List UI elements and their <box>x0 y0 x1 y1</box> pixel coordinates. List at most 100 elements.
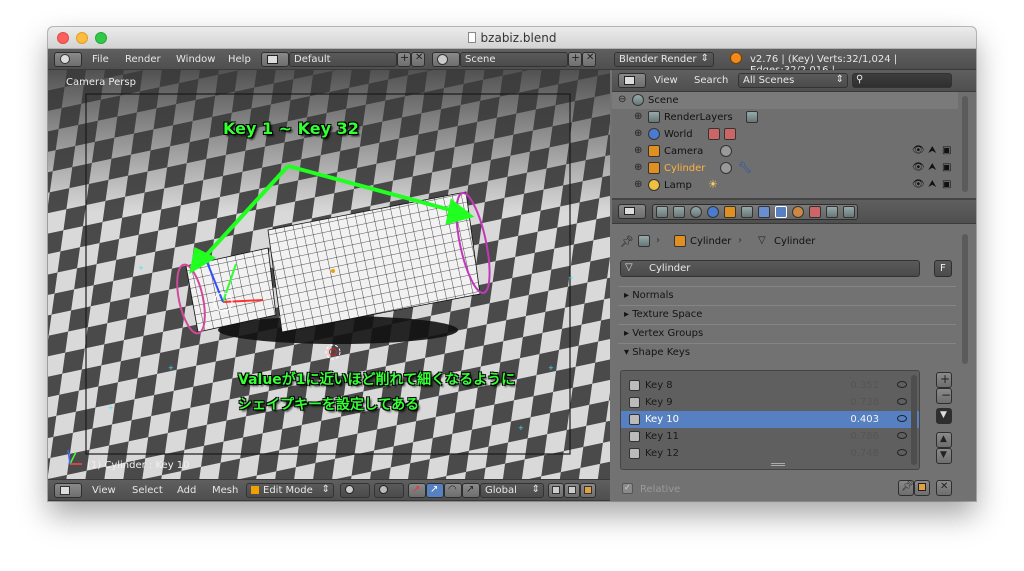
outliner-search-input[interactable]: ⚲ <box>852 73 952 88</box>
mesh-datablock-field[interactable]: ▽ Cylinder <box>620 260 920 277</box>
move-key-up-button[interactable]: ▲ <box>936 432 952 448</box>
fake-user-button[interactable]: F <box>934 260 952 277</box>
tree-row-renderlayers[interactable]: ⊕ RenderLayers <box>612 109 958 126</box>
expand-icon[interactable]: ⊕ <box>634 128 642 139</box>
eye-icon[interactable]: 👁︎ <box>912 162 925 173</box>
cursor-icon[interactable]: ⮝ <box>928 162 937 173</box>
constraints-tab-icon[interactable] <box>741 206 753 218</box>
outliner-scrollbar[interactable] <box>962 96 968 192</box>
camera-render-icon[interactable]: ▣ <box>942 179 951 190</box>
mesh-data-tab-icon[interactable] <box>775 206 787 218</box>
manipulator-toggle[interactable]: ↗ <box>408 483 426 498</box>
menu-render[interactable]: Render <box>125 54 161 65</box>
camera-render-icon[interactable]: ▣ <box>942 162 951 173</box>
physics-tab-icon[interactable] <box>843 206 855 218</box>
shape-key-specials-button[interactable]: ▼ <box>936 408 952 424</box>
edit-mode-shape-button[interactable] <box>914 480 930 496</box>
scene-browse-button[interactable] <box>432 52 460 67</box>
shape-keys-scrollbar[interactable] <box>911 375 917 465</box>
scene-field[interactable]: Scene <box>460 52 568 67</box>
add-layout-button[interactable]: + <box>397 51 411 67</box>
orientation-select[interactable]: Global ⇕ <box>480 483 544 498</box>
editor-type-button[interactable] <box>54 52 82 67</box>
menu-window[interactable]: Window <box>176 54 215 65</box>
resize-grip-icon[interactable] <box>771 463 785 466</box>
shape-key-row[interactable]: Key 12 0.748 <box>621 445 919 462</box>
scene-tab-icon[interactable] <box>690 206 702 218</box>
expand-icon[interactable]: ⊕ <box>634 162 642 173</box>
face-select-button[interactable] <box>580 483 596 498</box>
screen-layout-field[interactable]: Default <box>289 52 397 67</box>
3d-viewport[interactable]: + + + + + + Camera Persp Key 1 ~ Key 32 Value… <box>48 70 610 479</box>
expand-icon[interactable]: ⊖ <box>618 94 626 105</box>
cursor-icon[interactable]: ⮝ <box>928 179 937 190</box>
expand-icon[interactable]: ⊕ <box>634 111 642 122</box>
editor-type-button[interactable] <box>618 204 646 219</box>
eye-icon[interactable] <box>897 449 907 456</box>
panel-shape-keys[interactable]: ▾ Shape Keys <box>618 343 956 362</box>
rotate-toggle[interactable]: ◠ <box>444 483 462 498</box>
eye-icon[interactable]: 👁︎ <box>912 179 925 190</box>
mode-select[interactable]: Edit Mode ⇕ <box>246 483 334 498</box>
expand-icon[interactable]: ⊕ <box>634 145 642 156</box>
object-tab-icon[interactable] <box>724 206 736 218</box>
material-tab-icon[interactable] <box>792 206 804 218</box>
menu-mesh[interactable]: Mesh <box>212 485 238 496</box>
editor-type-button[interactable] <box>54 483 82 498</box>
scale-toggle[interactable]: ↗ <box>462 483 480 498</box>
world-tab-icon[interactable] <box>707 206 719 218</box>
eye-icon[interactable] <box>897 381 907 388</box>
pin-shape-key-button[interactable]: 📌︎ <box>898 480 914 496</box>
add-scene-button[interactable]: + <box>568 51 582 67</box>
relative-checkbox[interactable]: ✓ <box>622 483 633 494</box>
delete-layout-button[interactable]: ✕ <box>411 52 425 67</box>
render-layers-tab-icon[interactable] <box>673 206 685 218</box>
display-mode-select[interactable]: All Scenes ⇕ <box>738 73 848 88</box>
remove-shape-key-button[interactable]: − <box>936 388 952 404</box>
pin-icon[interactable]: 📌︎ <box>620 235 634 248</box>
eye-icon[interactable] <box>897 432 907 439</box>
panel-vertex-groups[interactable]: ▸ Vertex Groups <box>618 324 956 343</box>
menu-help[interactable]: Help <box>228 54 251 65</box>
menu-view[interactable]: View <box>92 485 116 496</box>
delete-scene-button[interactable]: ✕ <box>582 52 596 67</box>
menu-add[interactable]: Add <box>177 485 196 496</box>
screen-layout-button[interactable] <box>261 52 289 67</box>
eye-icon[interactable] <box>897 415 907 422</box>
modifiers-tab-icon[interactable] <box>758 206 770 218</box>
eye-icon[interactable] <box>897 398 907 405</box>
tree-row-scene[interactable]: ⊖ Scene <box>612 92 958 109</box>
tree-row-world[interactable]: ⊕ World <box>612 126 958 143</box>
shape-key-row[interactable]: Key 9 0.738 <box>621 394 919 411</box>
camera-render-icon[interactable]: ▣ <box>942 145 951 156</box>
panel-texture-space[interactable]: ▸ Texture Space <box>618 305 956 324</box>
editor-type-button[interactable] <box>618 73 646 88</box>
menu-search[interactable]: Search <box>694 75 728 86</box>
clear-shape-button[interactable]: ✕ <box>936 480 952 496</box>
pivot-select[interactable] <box>374 483 404 498</box>
shape-keys-list[interactable]: Key 8 0.351 Key 9 0.738 Key 10 0.403 Key 11… <box>620 370 920 470</box>
add-shape-key-button[interactable]: + <box>936 372 952 388</box>
expand-icon[interactable]: ⊕ <box>634 179 642 190</box>
cursor-icon[interactable]: ⮝ <box>928 145 937 156</box>
shading-select[interactable] <box>340 483 370 498</box>
render-engine-select[interactable]: Blender Render ⇕ <box>614 52 714 67</box>
vertex-select-button[interactable] <box>548 483 564 498</box>
edge-select-button[interactable] <box>564 483 580 498</box>
tree-row-camera[interactable]: ⊕ Camera <box>612 143 958 160</box>
translate-toggle[interactable]: ↗ <box>426 483 444 498</box>
texture-tab-icon[interactable] <box>809 206 821 218</box>
menu-select[interactable]: Select <box>132 485 163 496</box>
render-tab-icon[interactable] <box>656 206 668 218</box>
eye-icon[interactable]: 👁︎ <box>912 145 925 156</box>
tree-row-cylinder[interactable]: ⊕ Cylinder 🔧︎ <box>612 160 958 177</box>
properties-scrollbar[interactable] <box>962 234 968 364</box>
particles-tab-icon[interactable] <box>826 206 838 218</box>
shape-key-row[interactable]: Key 8 0.351 <box>621 377 919 394</box>
panel-normals[interactable]: ▸ Normals <box>618 286 956 305</box>
tree-row-lamp[interactable]: ⊕ Lamp ☀ <box>612 177 958 194</box>
shape-key-row[interactable]: Key 11 0.786 <box>621 428 919 445</box>
menu-view[interactable]: View <box>654 75 678 86</box>
menu-file[interactable]: File <box>92 54 109 65</box>
shape-key-row-selected[interactable]: Key 10 0.403 <box>621 411 919 428</box>
